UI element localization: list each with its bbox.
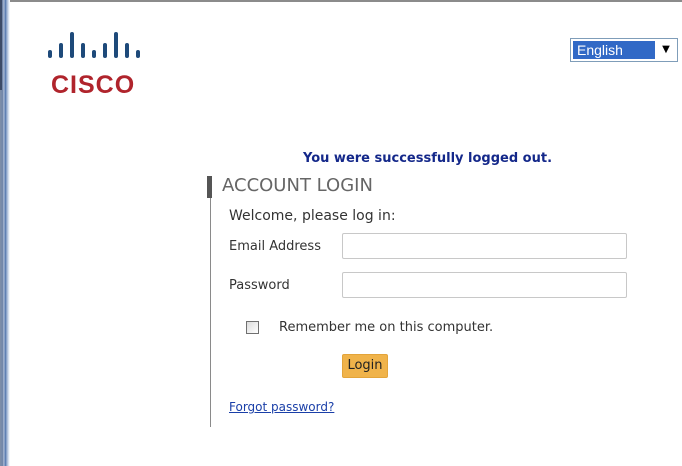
login-page: CISCO English ▼ You were successfully lo… [0, 0, 682, 466]
login-button[interactable]: Login [342, 354, 388, 378]
cisco-bars-icon [48, 32, 140, 58]
account-title-marker [207, 176, 212, 198]
cisco-wordmark: CISCO [51, 71, 136, 99]
email-label: Email Address [229, 239, 321, 254]
chevron-down-icon[interactable]: ▼ [659, 41, 673, 59]
account-box-divider [210, 198, 211, 427]
password-field[interactable] [342, 272, 627, 298]
language-selected-value: English [573, 41, 655, 59]
remember-me-label[interactable]: Remember me on this computer. [279, 320, 493, 335]
forgot-password-link[interactable]: Forgot password? [229, 400, 334, 414]
email-field[interactable] [342, 233, 627, 259]
welcome-text: Welcome, please log in: [229, 208, 396, 224]
left-frame-rail-dark [0, 0, 2, 90]
window-top-border [0, 0, 682, 2]
remember-me-checkbox[interactable] [246, 321, 259, 334]
logout-success-message: You were successfully logged out. [303, 151, 553, 166]
password-label: Password [229, 278, 290, 293]
language-select[interactable]: English ▼ [570, 38, 678, 62]
cisco-logo: CISCO [48, 30, 168, 105]
account-login-title: ACCOUNT LOGIN [222, 175, 373, 196]
